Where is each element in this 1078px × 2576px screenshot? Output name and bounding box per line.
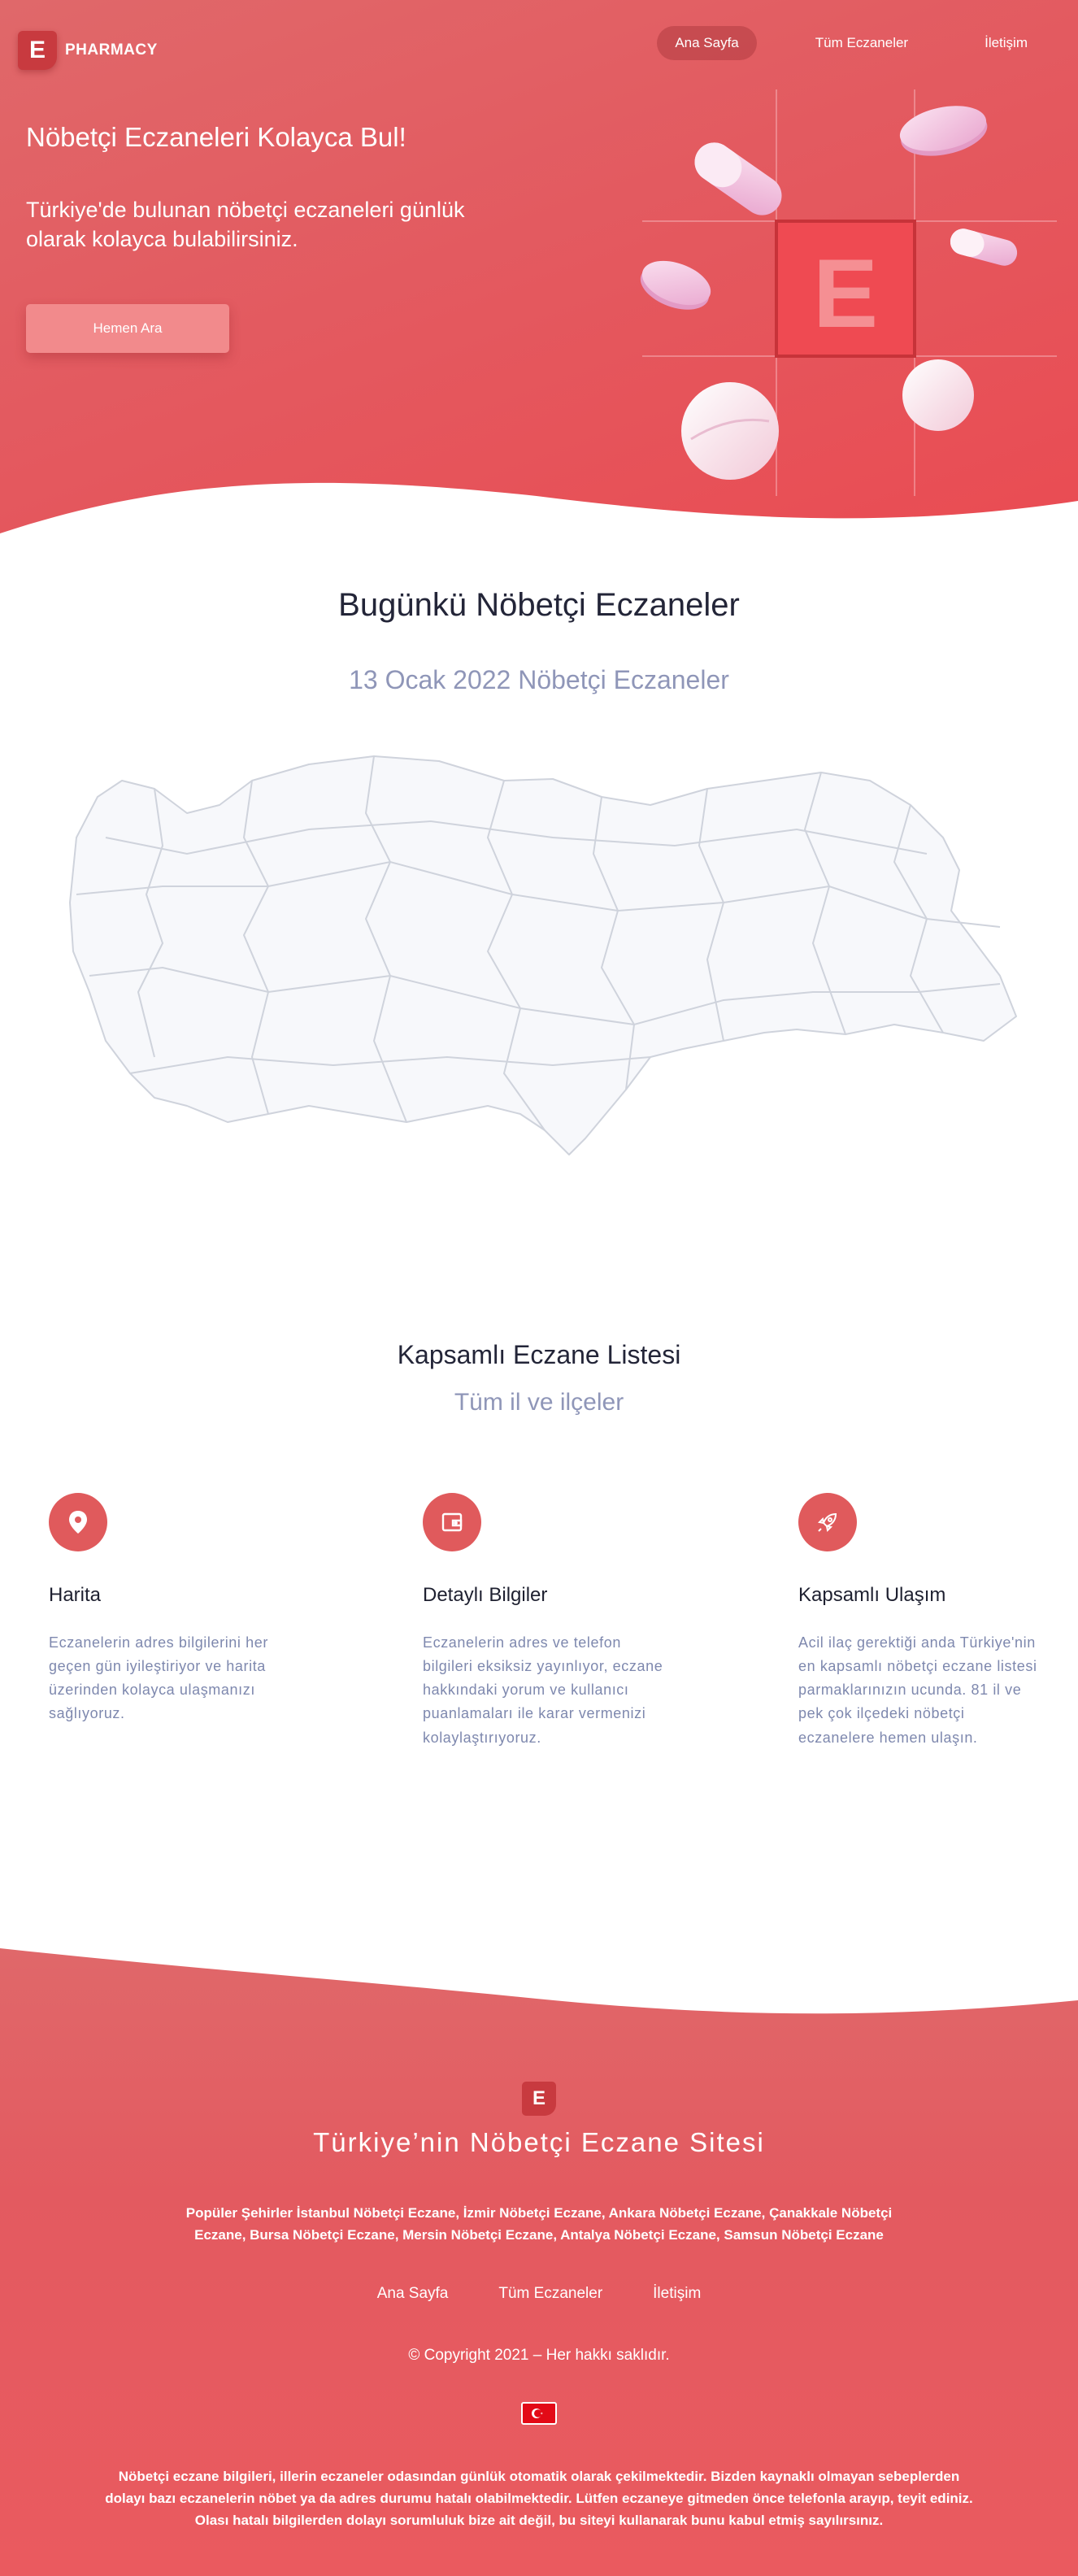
hero-title: Nöbetçi Eczaneleri Kolayca Bul! — [26, 122, 406, 152]
search-now-button[interactable]: Hemen Ara — [26, 304, 229, 353]
logo-mark-icon: E — [18, 31, 57, 70]
tablet-4 — [902, 359, 974, 431]
feature-text: Acil ilaç gerektiği anda Türkiye'nin en … — [798, 1634, 1037, 1746]
capsule-2 — [950, 228, 1018, 266]
feature-access: Kapsamlı Ulaşım Acil ilaç gerektiği anda… — [798, 1493, 1042, 1750]
today-title: Bugünkü Nöbetçi Eczaneler — [338, 587, 740, 623]
list-title: Kapsamlı Eczane Listesi — [397, 1340, 681, 1369]
feature-title: Detaylı Bilgiler — [423, 1584, 548, 1606]
turkey-outline — [69, 755, 1017, 1155]
footer-title: Türkiye’nin Nöbetçi Eczane Sitesi — [313, 2127, 765, 2157]
footer-wave — [0, 1943, 1078, 2014]
rocket-icon — [798, 1493, 857, 1551]
nav-home[interactable]: Ana Sayfa — [657, 26, 757, 60]
popular-cities: Popüler Şehirler İstanbul Nöbetçi Eczane… — [185, 2205, 893, 2243]
tablet-2 — [640, 260, 711, 310]
main-nav: Ana Sayfa Tüm Eczaneler İletişim — [657, 26, 1045, 60]
nav-all-pharmacies[interactable]: Tüm Eczaneler — [798, 26, 926, 60]
turkey-map[interactable] — [65, 732, 1024, 1171]
site-footer: E Türkiye’nin Nöbetçi Eczane Sitesi Popü… — [0, 1943, 1078, 2576]
logo-text: PHARMACY — [65, 41, 158, 59]
disclaimer: Nöbetçi eczane bilgileri, illerin eczane… — [105, 2469, 973, 2529]
hero-section: E PHARMACY Ana Sayfa Tüm Eczaneler İleti… — [0, 0, 1078, 553]
footer-nav: Ana Sayfa Tüm Eczaneler İletişim — [0, 2285, 1078, 2303]
wallet-icon — [423, 1493, 481, 1551]
feature-title: Harita — [49, 1584, 102, 1606]
footer-logo-icon[interactable]: E — [522, 2082, 556, 2116]
feature-map: Harita Eczanelerin adres bilgilerini her… — [49, 1493, 293, 1726]
tablet-1 — [899, 106, 988, 156]
copyright: © Copyright 2021 – Her hakkı saklıdır. — [408, 2347, 670, 2364]
e-block-letter: E — [813, 239, 878, 348]
feature-details: Detaylı Bilgiler Eczanelerin adres ve te… — [423, 1493, 667, 1750]
site-logo[interactable]: E PHARMACY — [18, 31, 158, 70]
footer-nav-contact[interactable]: İletişim — [653, 2285, 701, 2303]
nav-contact[interactable]: İletişim — [967, 26, 1045, 60]
list-subtitle: Tüm il ve ilçeler — [454, 1389, 624, 1416]
hero-subtitle: Türkiye'de bulunan nöbetçi eczaneleri gü… — [26, 198, 465, 252]
hero-wave — [0, 482, 1078, 553]
feature-text: Eczanelerin adres bilgilerini her geçen … — [49, 1634, 268, 1722]
feature-title: Kapsamlı Ulaşım — [798, 1584, 946, 1606]
today-date: 13 Ocak 2022 Nöbetçi Eczaneler — [349, 665, 729, 694]
footer-nav-home[interactable]: Ana Sayfa — [377, 2285, 449, 2303]
pills-illustration: E — [640, 89, 1057, 496]
map-pin-icon — [49, 1493, 107, 1551]
feature-text: Eczanelerin adres ve telefon bilgileri e… — [423, 1634, 663, 1746]
capsule-1 — [694, 142, 782, 215]
turkey-flag-icon[interactable] — [521, 2402, 557, 2425]
footer-nav-all-pharmacies[interactable]: Tüm Eczaneler — [498, 2285, 602, 2303]
